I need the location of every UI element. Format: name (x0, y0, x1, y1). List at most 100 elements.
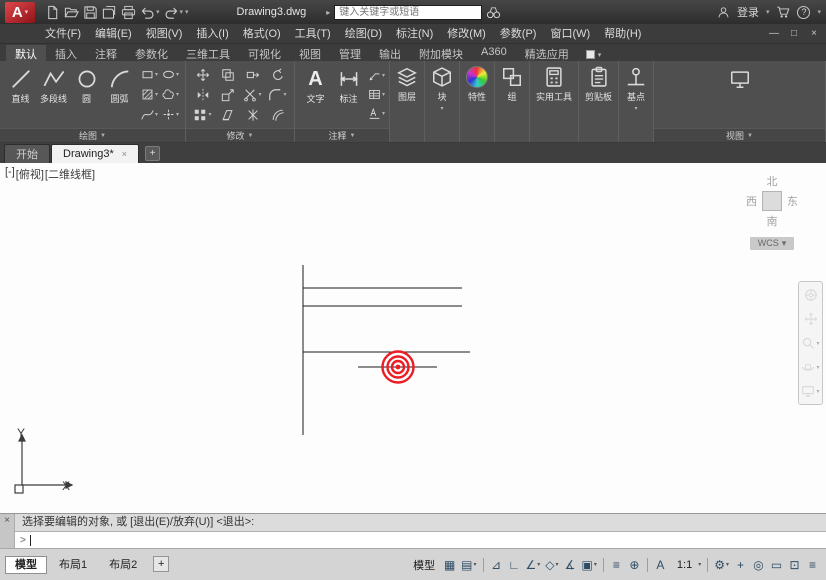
ribbon-tab-A360[interactable]: A360 (472, 45, 516, 61)
draw-panel-footer[interactable]: 绘图▼ (0, 128, 185, 142)
ribbon-tab-三维工具[interactable]: 三维工具 (177, 45, 239, 61)
plot-button[interactable] (121, 5, 136, 20)
ribbon-tab-精选应用[interactable]: 精选应用 (516, 45, 578, 61)
hardware-acceleration-toggle[interactable]: ▭ (768, 555, 785, 574)
target-center-dot[interactable] (396, 365, 401, 370)
search-input[interactable] (334, 5, 482, 20)
undo-caret-icon[interactable]: ▾ (156, 8, 160, 16)
undo-button[interactable]: ▾ (140, 5, 160, 20)
polar-tracking-toggle[interactable]: ∠▾ (524, 555, 543, 574)
ribbon-tab-管理[interactable]: 管理 (330, 45, 370, 61)
workspace-switching-toggle[interactable]: ⚙▾ (712, 555, 731, 574)
modify-tool-mirror[interactable] (190, 85, 215, 105)
isolate-objects-toggle[interactable]: ◎ (750, 555, 767, 574)
command-close-icon[interactable]: × (0, 514, 15, 548)
layout-tab-模型[interactable]: 模型 (5, 556, 47, 574)
menu-item-5[interactable]: 工具(T) (288, 24, 338, 44)
modify-tool-rotate[interactable] (265, 65, 290, 85)
signin-caret-icon[interactable]: ▾ (766, 8, 770, 16)
ribbon-tab-输出[interactable]: 输出 (370, 45, 410, 61)
menu-item-3[interactable]: 插入(I) (189, 24, 235, 44)
draw-tool-ellipse[interactable]: ▾ (160, 65, 181, 85)
menu-item-9[interactable]: 参数(P) (493, 24, 544, 44)
search-topics-caret-icon[interactable]: ▸ (326, 8, 330, 17)
modify-tool-erase[interactable] (215, 105, 240, 125)
clean-screen-toggle[interactable]: ⊡ (786, 555, 803, 574)
viewcube-south[interactable]: 南 (767, 213, 778, 229)
view-tool[interactable] (723, 63, 756, 126)
viewport-control-2[interactable]: [二维线框] (45, 166, 95, 182)
ribbon-tab-插入[interactable]: 插入 (46, 45, 86, 61)
modify-tool-stretch[interactable] (240, 65, 265, 85)
draw-tool-hatch[interactable]: ▾ (139, 85, 160, 105)
viewport-control-1[interactable]: [俯视] (16, 166, 44, 182)
draw-tool-spline[interactable]: ▾ (139, 105, 160, 125)
ribbon-display-toggle[interactable]: ▾ (586, 50, 602, 59)
ribbon-tab-默认[interactable]: 默认 (6, 45, 46, 61)
block-panel[interactable]: 块▾ (425, 61, 460, 142)
signin-person-icon[interactable] (717, 6, 730, 19)
isometric-drafting-toggle[interactable]: ◇▾ (543, 555, 560, 574)
layout-tab-布局2[interactable]: 布局2 (99, 556, 147, 574)
navigation-wheel-button[interactable] (804, 288, 818, 302)
draw-tool-point[interactable]: ▾ (160, 105, 181, 125)
menu-item-2[interactable]: 视图(V) (139, 24, 190, 44)
viewcube-north[interactable]: 北 (767, 173, 778, 189)
ribbon-tab-参数化[interactable]: 参数化 (126, 45, 177, 61)
menu-item-0[interactable]: 文件(F) (38, 24, 88, 44)
open-file-button[interactable] (64, 5, 79, 20)
file-tab-Drawing3*[interactable]: Drawing3*× (51, 144, 139, 163)
show-motion-button[interactable]: ▾ (801, 384, 819, 398)
redo-button[interactable]: ▾ (164, 5, 184, 20)
properties-panel[interactable]: 特性 (460, 61, 495, 142)
modify-tool-copy[interactable] (215, 65, 240, 85)
menu-item-11[interactable]: 帮助(H) (597, 24, 648, 44)
annotation-scale-toggle[interactable]: 1:1▾ (670, 555, 703, 574)
ortho-mode-toggle[interactable]: ∟ (506, 555, 523, 574)
lineweight-display-toggle[interactable]: ≡ (608, 555, 625, 574)
clipboard-panel[interactable]: 剪贴板 (579, 61, 619, 142)
basepoint-panel[interactable]: 基点▾ (619, 61, 654, 142)
modify-tool-offset[interactable] (265, 105, 290, 125)
menu-item-4[interactable]: 格式(O) (236, 24, 288, 44)
draw-tool-rectangle[interactable]: ▾ (139, 65, 160, 85)
viewcube[interactable]: 北 西 东 南 WCS▾ (742, 171, 802, 250)
modify-tool-array[interactable]: ▾ (190, 105, 215, 125)
file-tab-close-icon[interactable]: × (122, 149, 127, 159)
application-menu-button[interactable]: A ▾ (5, 2, 35, 23)
layers-panel[interactable]: 图层 (390, 61, 425, 142)
layout-tab-布局1[interactable]: 布局1 (49, 556, 97, 574)
wcs-selector[interactable]: WCS▾ (750, 237, 794, 250)
object-snap-tracking-toggle[interactable]: ∡ (562, 555, 579, 574)
menu-item-6[interactable]: 绘图(D) (338, 24, 389, 44)
pan-button[interactable] (804, 312, 818, 326)
modify-tool-move[interactable] (190, 65, 215, 85)
viewcube-east[interactable]: 东 (787, 193, 798, 209)
save-all-button[interactable] (102, 5, 117, 20)
view-panel-footer[interactable]: 视图▼ (654, 128, 825, 142)
modify-panel-footer[interactable]: 修改▼ (186, 128, 294, 142)
help-caret-icon[interactable]: ▾ (817, 8, 821, 16)
modify-tool-fillet[interactable]: ▾ (265, 85, 290, 105)
menu-item-10[interactable]: 窗口(W) (543, 24, 597, 44)
command-input[interactable]: > (15, 531, 826, 548)
model-space-button[interactable]: 模型 (408, 557, 440, 573)
close-button[interactable]: × (804, 28, 824, 39)
annotation-visibility-toggle[interactable]: A (652, 555, 669, 574)
draw-tool-arc[interactable]: 圆弧 (103, 63, 136, 126)
draw-tool-revision-cloud[interactable]: ▾ (160, 85, 181, 105)
drawing-area[interactable]: [-][俯视][二维线框] 北 西 东 南 WCS▾ ▾▾▾ (0, 163, 826, 513)
minimize-button[interactable]: — (764, 28, 784, 39)
ribbon-tab-注释[interactable]: 注释 (86, 45, 126, 61)
draw-tool-line[interactable]: 直线 (4, 63, 37, 126)
zoom-button[interactable]: ▾ (801, 336, 819, 350)
object-snap-toggle[interactable]: ▣▾ (580, 555, 599, 574)
dimension-tool[interactable]: 标注 (332, 63, 365, 126)
help-icon[interactable]: ? (797, 6, 810, 19)
modify-tool-explode[interactable] (240, 105, 265, 125)
annotation-tool-dim-style[interactable]: ▾ (368, 104, 385, 123)
new-file-tab-button[interactable]: + (145, 146, 160, 161)
signin-label[interactable]: 登录 (737, 4, 759, 20)
save-file-button[interactable] (83, 5, 98, 20)
grid-display-toggle[interactable]: ▦ (441, 555, 458, 574)
